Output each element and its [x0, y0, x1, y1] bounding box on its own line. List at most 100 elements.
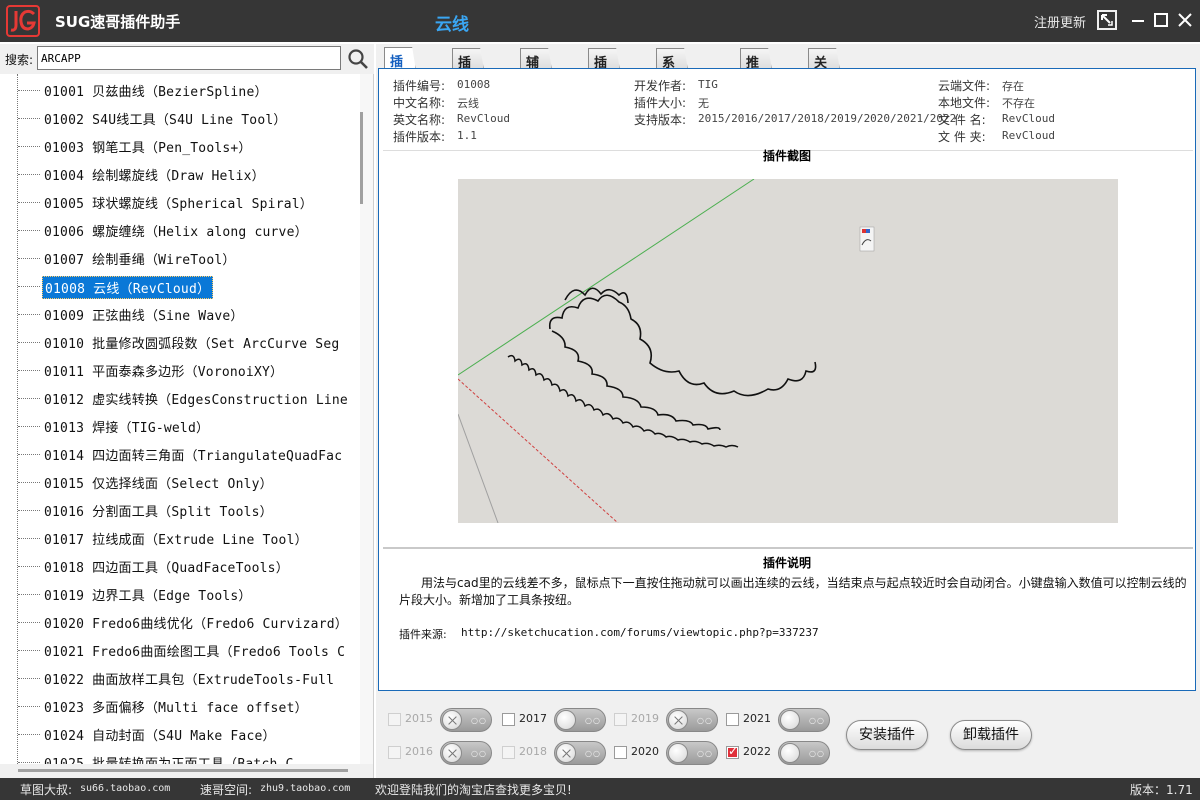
horizontal-scrollbar[interactable]: [0, 764, 373, 778]
version-switch[interactable]: ○○: [440, 708, 492, 732]
plugin-list-item[interactable]: 01019 边界工具（Edge Tools）: [0, 580, 360, 608]
version-checkbox[interactable]: [388, 746, 401, 759]
plugin-list-item-label: 01022 曲面放样工具包（ExtrudeTools-Full: [44, 673, 335, 688]
plugin-list-item-label: 01006 螺旋缠绕（Helix along curve）: [44, 225, 308, 240]
tab-system-check[interactable]: 系统体检: [656, 48, 689, 70]
plugin-list-item[interactable]: 01004 绘制螺旋线（Draw Helix）: [0, 160, 360, 188]
tab-aux-functions[interactable]: 辅助功能: [520, 48, 553, 70]
plugin-id-value: 01008: [457, 78, 491, 91]
plugin-list-item[interactable]: 01013 焊接（TIG-weld）: [0, 412, 360, 440]
english-name-label: 英文名称:: [393, 113, 446, 127]
plugin-list-item[interactable]: 01006 螺旋缠绕（Helix along curve）: [0, 216, 360, 244]
version-checkbox[interactable]: [726, 744, 739, 759]
plugin-list-item[interactable]: 01001 贝兹曲线（BezierSpline）: [0, 76, 360, 104]
sugo-space-url[interactable]: zhu9.taobao.com: [260, 783, 350, 794]
plugin-list-item[interactable]: 01009 正弦曲线（Sine Wave）: [0, 300, 360, 328]
author-label: 开发作者:: [634, 79, 687, 93]
version-switch[interactable]: ○○: [554, 741, 606, 765]
minimize-button[interactable]: [1127, 10, 1149, 32]
plugin-list-item[interactable]: 01022 曲面放样工具包（ExtrudeTools-Full: [0, 664, 360, 692]
search-icon[interactable]: [347, 48, 369, 70]
plugin-list-item[interactable]: 01002 S4U线工具（S4U Line Tool）: [0, 104, 360, 132]
version-switch[interactable]: ○○: [666, 708, 718, 732]
description-title: 插件说明: [763, 556, 812, 570]
plugin-version-value: 1.1: [457, 129, 477, 142]
horizontal-scroll-thumb[interactable]: [18, 769, 348, 772]
version-checkbox[interactable]: [388, 713, 401, 726]
app-version: 版本：1.71: [1130, 783, 1193, 797]
plugin-list-item[interactable]: 01007 绘制垂绳（WireTool）: [0, 244, 360, 272]
switch-knob-icon: [556, 743, 576, 763]
version-year-label: 2021: [743, 712, 771, 725]
plugin-list-item[interactable]: 01023 多面偏移（Multi face offset）: [0, 692, 360, 720]
tree-connector: [18, 258, 40, 259]
tree-connector: [18, 314, 40, 315]
tree-connector: [18, 342, 40, 343]
plugin-list-item[interactable]: 01012 虚实线转换（EdgesConstruction Line: [0, 384, 360, 412]
tree-connector: [18, 174, 40, 175]
version-switch[interactable]: ○○: [440, 741, 492, 765]
plugin-list-item[interactable]: 01014 四边面转三角面（TriangulateQuadFac: [0, 440, 360, 468]
plugin-list-item[interactable]: 01016 分割面工具（Split Tools）: [0, 496, 360, 524]
switch-knob-icon: [442, 743, 462, 763]
minimize-icon: [1132, 20, 1144, 22]
plugin-list-item[interactable]: 01008 云线（RevCloud）: [0, 272, 360, 300]
plugin-list-item[interactable]: 01011 平面泰森多边形（VoronoiXY）: [0, 356, 360, 384]
tab-about[interactable]: 关于助手: [808, 48, 841, 70]
version-switch[interactable]: ○○: [778, 708, 830, 732]
tree-connector: [18, 286, 40, 287]
install-plugin-button[interactable]: 安装插件: [846, 720, 928, 750]
pin-window-button[interactable]: [1097, 10, 1117, 30]
plugin-list-item[interactable]: 01020 Fredo6曲线优化（Fredo6 Curvizard）: [0, 608, 360, 636]
plugin-list-item[interactable]: 01015 仅选择线面（Select Only）: [0, 468, 360, 496]
version-checkbox[interactable]: [502, 713, 515, 726]
version-switch[interactable]: ○○: [778, 741, 830, 765]
version-checkbox[interactable]: [726, 713, 739, 726]
tab-recommended[interactable]: 推荐宝贝: [740, 48, 773, 70]
tree-connector: [18, 510, 40, 511]
tab-troubleshoot[interactable]: 插件排错: [588, 48, 621, 70]
plugin-size-value: 无: [698, 97, 709, 110]
version-switch[interactable]: ○○: [554, 708, 606, 732]
switch-knob-icon: [668, 710, 688, 730]
search-input[interactable]: [37, 46, 341, 70]
version-year-label: 2018: [519, 745, 547, 758]
version-checkbox[interactable]: [502, 746, 515, 759]
file-name-label: 文 件 名:: [938, 113, 986, 127]
version-switch[interactable]: ○○: [666, 741, 718, 765]
register-update-link[interactable]: 注册更新: [1034, 12, 1086, 31]
uninstall-plugin-button[interactable]: 卸载插件: [950, 720, 1032, 750]
plugin-list-panel: 01001 贝兹曲线（BezierSpline） 01002 S4U线工具（S4U…: [0, 74, 374, 778]
tree-connector: [18, 454, 40, 455]
plugin-id-label: 插件编号:: [393, 79, 446, 93]
plugin-list-item[interactable]: 01010 批量修改圆弧段数（Set ArcCurve Seg: [0, 328, 360, 356]
close-button[interactable]: [1174, 10, 1196, 32]
plugin-list-item[interactable]: 01017 拉线成面（Extrude Line Tool）: [0, 524, 360, 552]
tree-connector: [18, 734, 40, 735]
tree-connector: [18, 678, 40, 679]
jg-logo-icon: [6, 5, 40, 37]
vertical-scrollbar[interactable]: [360, 74, 373, 764]
plugin-list-item-label: 01001 贝兹曲线（BezierSpline）: [44, 85, 268, 100]
version-year-label: 2017: [519, 712, 547, 725]
supported-versions-label: 支持版本:: [634, 113, 687, 127]
plugin-list-item[interactable]: 01024 自动封面（S4U Make Face）: [0, 720, 360, 748]
vertical-scroll-thumb[interactable]: [360, 112, 363, 204]
plugin-list-item[interactable]: 01005 球状螺旋线（Spherical Spiral）: [0, 188, 360, 216]
maximize-button[interactable]: [1150, 10, 1172, 32]
version-checkbox[interactable]: [614, 746, 627, 759]
plugin-list-item[interactable]: 01021 Fredo6曲面绘图工具（Fredo6 Tools C: [0, 636, 360, 664]
tab-plugin-tutorial[interactable]: 插件教程: [452, 48, 485, 70]
tree-connector: [18, 538, 40, 539]
version-checkbox[interactable]: [614, 713, 627, 726]
version-year-label: 2016: [405, 745, 433, 758]
plugin-list-item[interactable]: 01018 四边面工具（QuadFaceTools）: [0, 552, 360, 580]
switch-indicator-icon: ○○: [697, 749, 713, 758]
grass-uncle-url[interactable]: su66.taobao.com: [80, 783, 170, 794]
plugin-list: 01001 贝兹曲线（BezierSpline） 01002 S4U线工具（S4U…: [0, 76, 360, 776]
cloud-file-label: 云端文件:: [938, 79, 991, 93]
plugin-list-item[interactable]: 01003 钢笔工具（Pen_Tools+）: [0, 132, 360, 160]
tree-connector: [18, 370, 40, 371]
switch-indicator-icon: ○○: [471, 716, 487, 725]
source-url[interactable]: http://sketchucation.com/forums/viewtopi…: [461, 626, 819, 639]
